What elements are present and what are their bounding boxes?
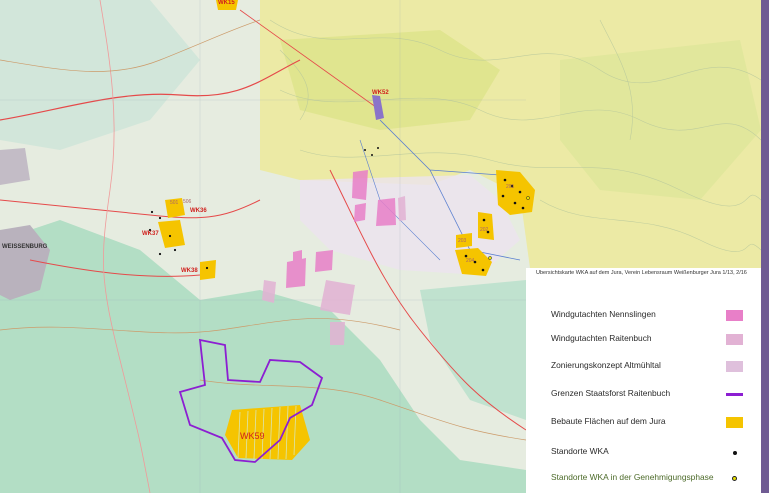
map-legend: Übersichtskarte WKA auf dem Jura, Verein… — [526, 268, 761, 493]
legend-label: Windgutachten Nennslingen — [551, 309, 656, 319]
legend-label: Grenzen Staatsforst Raitenbuch — [551, 388, 671, 398]
legend-swatch-yellow — [726, 417, 743, 428]
right-edge-bar — [761, 0, 769, 493]
map-label-wk38: WK38 — [181, 268, 198, 274]
legend-item-windgutachten-raitenbuch: Windgutachten Raitenbuch — [526, 329, 761, 351]
map-label-site-204: 204 — [466, 258, 475, 264]
map-label-site-506: 506 — [183, 199, 192, 205]
legend-swatch-lightpink — [726, 334, 743, 345]
legend-caption: Übersichtskarte WKA auf dem Jura, Verein… — [536, 270, 747, 276]
legend-label: Zonierungskonzept Altmühltal — [551, 360, 661, 370]
legend-label: Windgutachten Raitenbuch — [551, 333, 652, 343]
town-north — [0, 148, 30, 185]
legend-item-windgutachten-nennslingen: Windgutachten Nennslingen — [526, 305, 761, 327]
map-label-weissenburg: WEISSENBURG — [2, 244, 48, 250]
topographic-map[interactable]: WK59 WK38 WK37 WK36 WK15 WK52 501 506 20… — [0, 0, 769, 493]
map-label-wk15: WK15 — [218, 0, 235, 6]
legend-swatch-pink — [726, 310, 743, 321]
legend-item-staatsforst-boundary: Grenzen Staatsforst Raitenbuch — [526, 384, 761, 406]
legend-label: Bebaute Flächen auf dem Jura — [551, 416, 666, 426]
map-label-site-202: 202 — [480, 227, 489, 233]
map-label-wk52: WK52 — [372, 90, 389, 96]
map-label-site-501: 501 — [170, 200, 179, 206]
legend-swatch-mauve — [726, 361, 743, 372]
legend-swatch-purple-line — [726, 393, 743, 396]
legend-swatch-yellow-dot — [732, 476, 737, 481]
legend-swatch-black-dot — [733, 451, 737, 455]
legend-label: Standorte WKA in der Genehmigungsphase — [551, 472, 714, 482]
map-label-site-201: 201 — [506, 184, 515, 190]
legend-item-built-areas: Bebaute Flächen auf dem Jura — [526, 412, 761, 434]
map-label-wk59: WK59 — [240, 431, 265, 441]
map-label-wk37: WK37 — [142, 231, 159, 237]
map-label-wk36: WK36 — [190, 208, 207, 214]
map-label-site-203: 203 — [458, 238, 467, 244]
legend-label: Standorte WKA — [551, 446, 609, 456]
legend-item-wka-approval: Standorte WKA in der Genehmigungsphase — [526, 468, 761, 490]
legend-item-wka-sites: Standorte WKA — [526, 442, 761, 464]
legend-item-zonierungskonzept: Zonierungskonzept Altmühltal — [526, 356, 761, 378]
